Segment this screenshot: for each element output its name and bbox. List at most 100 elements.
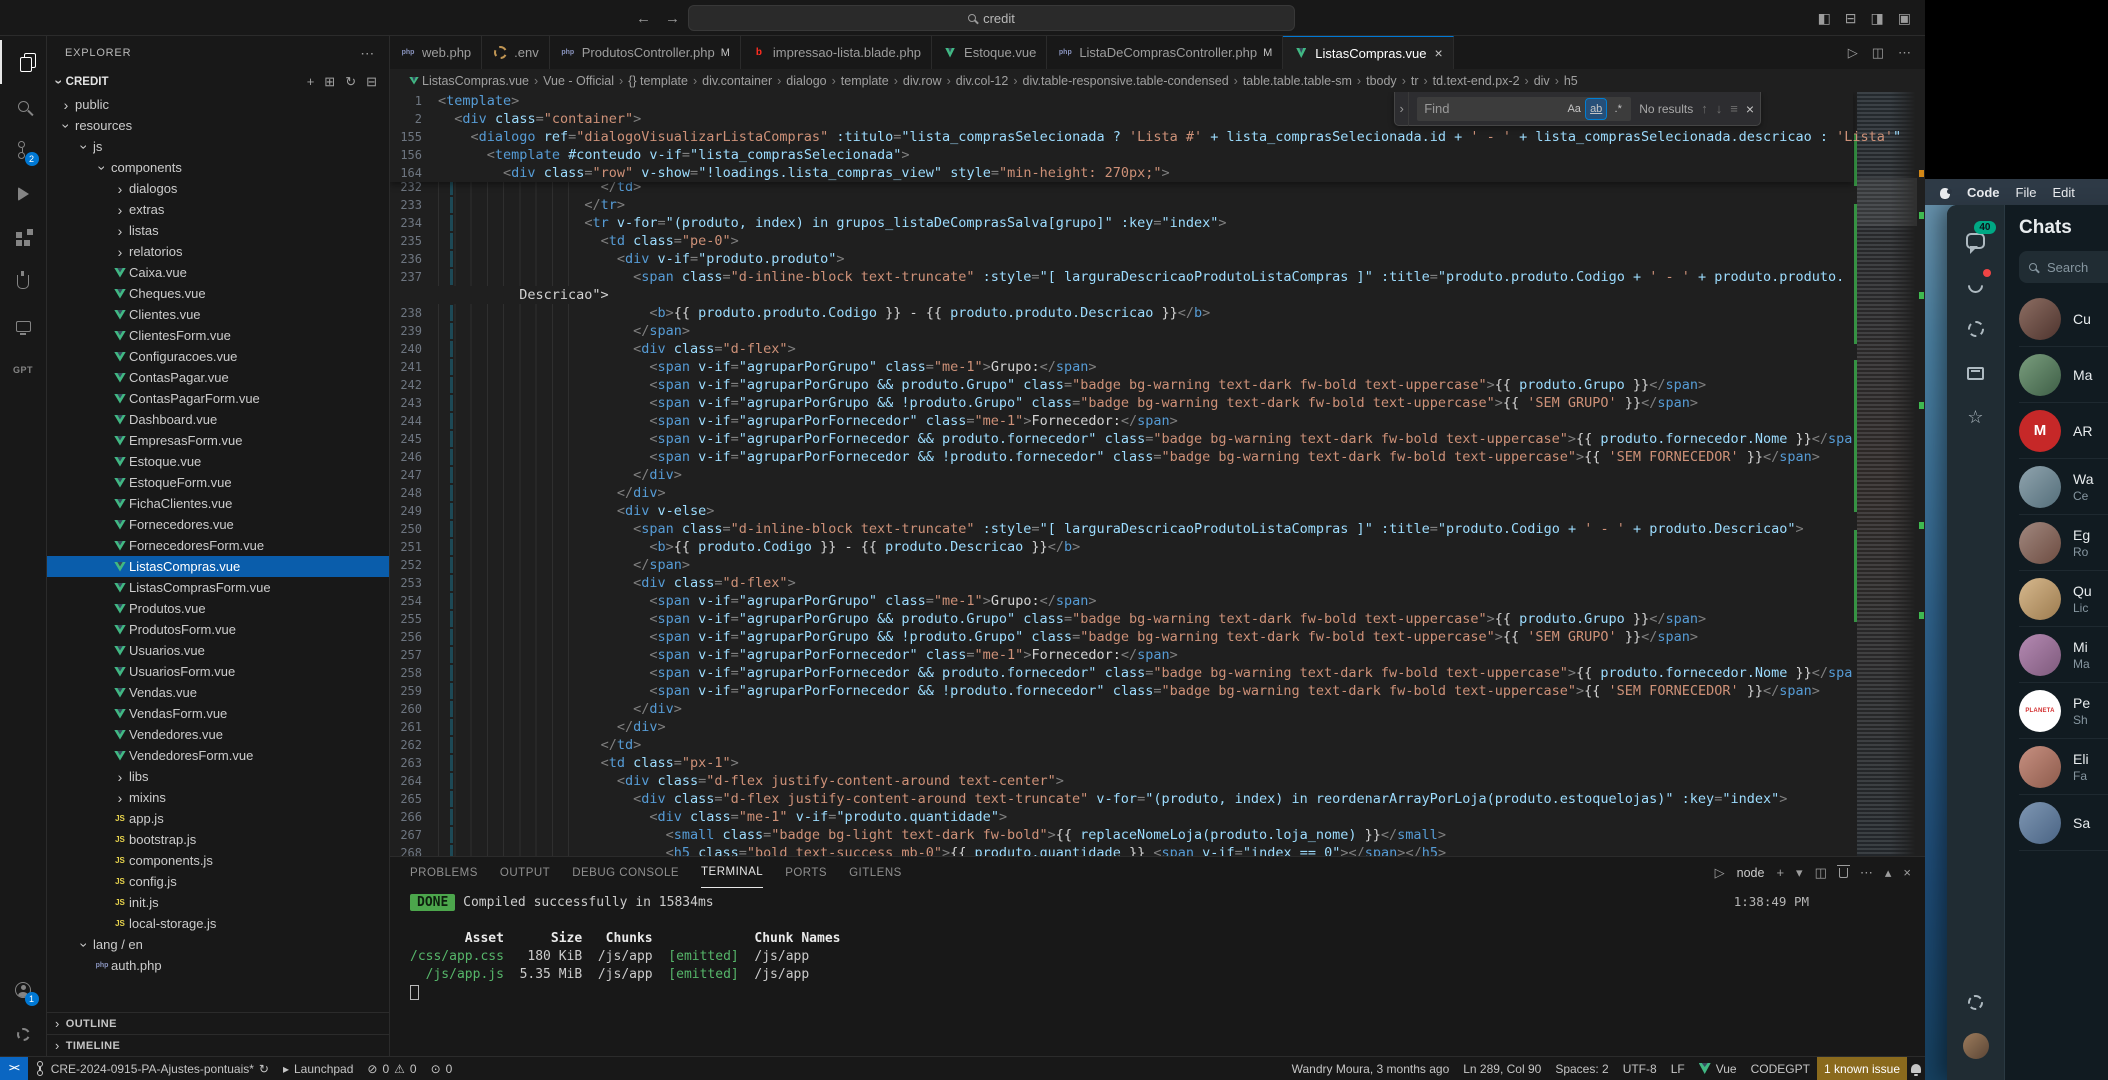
editor-more-actions-icon[interactable]: ⋯	[1898, 45, 1911, 61]
panel-tab[interactable]: GITLENS	[849, 857, 902, 888]
activitybar-testing[interactable]	[0, 260, 47, 304]
code-line[interactable]: 257 <span v-if="agruparPorFornecedor" cl…	[390, 646, 1853, 664]
tree-item[interactable]: Dashboard.vue	[47, 409, 389, 430]
tree-item[interactable]: mixins	[47, 787, 389, 808]
tree-item[interactable]: VendedoresForm.vue	[47, 745, 389, 766]
tree-item[interactable]: public	[47, 94, 389, 115]
menu-file[interactable]: File	[2016, 185, 2037, 200]
panel-more-icon[interactable]: ⋯	[1860, 865, 1873, 881]
activitybar-settings[interactable]	[0, 1012, 47, 1056]
code-line[interactable]: 252 </span>	[390, 556, 1853, 574]
panel-tab[interactable]: PROBLEMS	[410, 857, 478, 888]
regex-icon[interactable]: .*	[1608, 99, 1628, 119]
code-line[interactable]: 249 <div v-else>	[390, 502, 1853, 520]
sync-icon[interactable]: ↻	[259, 1062, 269, 1076]
tree-item[interactable]: ContasPagar.vue	[47, 367, 389, 388]
tree-item[interactable]: EmpresasForm.vue	[47, 430, 389, 451]
command-center-search[interactable]: credit	[688, 5, 1295, 31]
code-line[interactable]: 247 </div>	[390, 466, 1853, 484]
activitybar-accounts[interactable]: 1	[0, 968, 47, 1012]
tree-item[interactable]: Vendedores.vue	[47, 724, 389, 745]
tree-item[interactable]: local-storage.js	[47, 913, 389, 934]
customize-layout-icon[interactable]: ▣	[1898, 10, 1911, 27]
editor-tab[interactable]: ListasCompras.vue ×	[1283, 36, 1453, 69]
activitybar-run-debug[interactable]	[0, 172, 47, 216]
new-file-icon[interactable]: +	[307, 74, 315, 90]
branch-item[interactable]: CRE-2024-0915-PA-Ajustes-pontuais* ↻	[28, 1057, 276, 1080]
tree-item[interactable]: ProdutosForm.vue	[47, 619, 389, 640]
code-line[interactable]: 248 </div>	[390, 484, 1853, 502]
match-case-icon[interactable]: Aa	[1564, 99, 1584, 119]
tree-item[interactable]: config.js	[47, 871, 389, 892]
code-line[interactable]: 258 <span v-if="agruparPorFornecedor && …	[390, 664, 1853, 682]
known-issue-item[interactable]: 1 known issue	[1817, 1057, 1907, 1080]
find-input[interactable]: Find Aa ab .*	[1417, 97, 1631, 121]
chat-rail-item[interactable]	[1947, 307, 2005, 351]
tree-item[interactable]: js	[47, 136, 389, 157]
code-line[interactable]: 254 <span v-if="agruparPorGrupo" class="…	[390, 592, 1853, 610]
activitybar-explorer[interactable]	[0, 40, 47, 84]
editor-tab[interactable]: ListaDeComprasController.php M	[1047, 36, 1283, 69]
tree-item[interactable]: FichaClientes.vue	[47, 493, 389, 514]
eol-item[interactable]: LF	[1664, 1057, 1692, 1080]
breadcrumb-item[interactable]: div.container	[702, 74, 786, 88]
problems-item[interactable]: ⊘ 0 ⚠ 0	[360, 1057, 423, 1080]
tree-item[interactable]: components	[47, 157, 389, 178]
editor-tab[interactable]: impressao-lista.blade.php	[741, 36, 932, 69]
tree-item[interactable]: Fornecedores.vue	[47, 514, 389, 535]
tree-item[interactable]: listas	[47, 220, 389, 241]
whole-word-icon[interactable]: ab	[1586, 99, 1606, 119]
chat-rail-item[interactable]: 40	[1947, 219, 2005, 263]
tree-item[interactable]: resources	[47, 115, 389, 136]
language-mode-item[interactable]: Vue	[1692, 1057, 1744, 1080]
tree-item[interactable]: components.js	[47, 850, 389, 871]
code-line[interactable]: 267 <small class="badge bg-light text-da…	[390, 826, 1853, 844]
breadcrumb-item[interactable]: div.table-responsive.table-condensed	[1023, 74, 1243, 88]
code-line[interactable]: 242 <span v-if="agruparPorGrupo && produ…	[390, 376, 1853, 394]
code-line[interactable]: 164 <div class="row" v-show="!loadings.l…	[390, 164, 1853, 182]
code-line[interactable]: 236 <div v-if="produto.produto">	[390, 250, 1853, 268]
maximize-panel-icon[interactable]: ▴	[1885, 865, 1892, 881]
section-header-credit[interactable]: CREDIT + ⊞ ↻ ⊟	[47, 70, 389, 94]
git-blame-item[interactable]: Wandry Moura, 3 months ago	[1285, 1057, 1457, 1080]
tree-item[interactable]: Cheques.vue	[47, 283, 389, 304]
code-line[interactable]: 268 <h5 class="bold text-success mb-0">{…	[390, 844, 1853, 856]
tree-item[interactable]: init.js	[47, 892, 389, 913]
explorer-more-actions-icon[interactable]: ⋯	[360, 45, 375, 62]
chat-list-item[interactable]: Mi Ma	[2019, 627, 2108, 683]
tree-item[interactable]: ClientesForm.vue	[47, 325, 389, 346]
chat-list-item[interactable]: Sa	[2019, 795, 2108, 851]
new-folder-icon[interactable]: ⊞	[324, 74, 335, 90]
tree-item[interactable]: bootstrap.js	[47, 829, 389, 850]
code-line[interactable]: 239 </span>	[390, 322, 1853, 340]
minimap-slider[interactable]	[1857, 178, 1917, 226]
remote-indicator[interactable]: ><	[0, 1057, 28, 1080]
breadcrumb-item[interactable]: div	[1534, 74, 1564, 88]
toggle-panel-icon[interactable]: ⊟	[1845, 10, 1857, 27]
codegpt-item[interactable]: CODEGPT	[1744, 1057, 1817, 1080]
activitybar-source-control[interactable]: 2	[0, 128, 47, 172]
close-find-icon[interactable]: ×	[1746, 101, 1754, 117]
breadcrumb-item[interactable]: dialogo	[786, 74, 841, 88]
chat-list-item[interactable]: PLANETA Pe Sh	[2019, 683, 2108, 739]
editor-tab[interactable]: Estoque.vue	[932, 36, 1047, 69]
code-line[interactable]: 253 <div class="d-flex">	[390, 574, 1853, 592]
panel-tab[interactable]: DEBUG CONSOLE	[572, 857, 679, 888]
code-line[interactable]: 233 </tr>	[390, 196, 1853, 214]
toggle-secondary-sidebar-icon[interactable]: ◨	[1871, 10, 1884, 27]
minimap[interactable]	[1857, 92, 1917, 856]
code-line[interactable]: 243 <span v-if="agruparPorGrupo && !prod…	[390, 394, 1853, 412]
chat-list-item[interactable]: Eg Ro	[2019, 515, 2108, 571]
menu-edit[interactable]: Edit	[2052, 185, 2074, 200]
new-terminal-icon[interactable]: +	[1776, 865, 1784, 880]
editor-tab[interactable]: web.php	[390, 36, 482, 69]
nav-forward-icon[interactable]: →	[665, 10, 680, 27]
find-next-icon[interactable]: ↓	[1716, 101, 1723, 116]
activitybar-remote[interactable]	[0, 304, 47, 348]
breadcrumb-item[interactable]: template	[841, 74, 903, 88]
code-line[interactable]: 261 </div>	[390, 718, 1853, 736]
activitybar-extensions[interactable]	[0, 216, 47, 260]
panel-tab[interactable]: TERMINAL	[701, 857, 763, 888]
encoding-item[interactable]: UTF-8	[1616, 1057, 1664, 1080]
run-icon[interactable]: ▷	[1848, 45, 1858, 61]
